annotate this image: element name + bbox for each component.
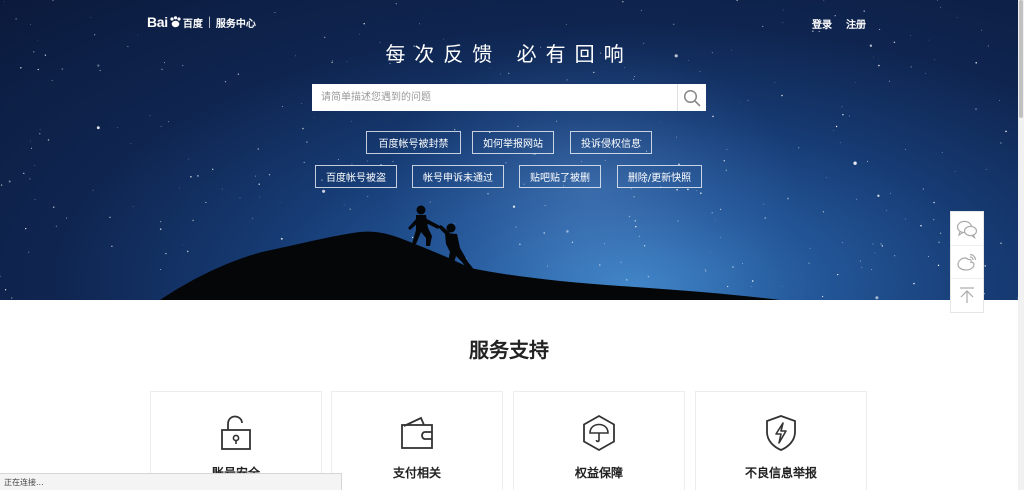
slogan: 每次反馈 必有回响 <box>385 42 633 66</box>
browser-status-bar: 正在连接... <box>0 473 342 490</box>
service-card-label: 不良信息举报 <box>744 466 817 480</box>
section-title: 服务支持 <box>469 338 549 362</box>
service-card-report[interactable]: 不良信息举报 <box>695 391 867 490</box>
scrollbar-thumb[interactable] <box>1019 0 1023 118</box>
floating-toolbar <box>950 211 984 313</box>
hero-banner: Bai 百度 服务中心 登录 注册 每次反馈 必有回响 请简单描述您遇到的问题 … <box>0 0 1018 300</box>
back-to-top-button[interactable] <box>951 278 983 311</box>
hot-topic-tag[interactable]: 帐号申诉未通过 <box>412 165 504 188</box>
paw-icon <box>170 16 181 28</box>
account-links: 登录 注册 <box>812 16 866 31</box>
logo-text: Bai <box>147 14 168 30</box>
lock-icon <box>221 415 251 450</box>
logo-cn-text: 百度 <box>182 18 203 30</box>
service-card-label: 支付相关 <box>392 466 441 480</box>
service-card-payment[interactable]: 支付相关 <box>331 391 503 490</box>
service-center-title: 服务中心 <box>215 18 256 30</box>
wechat-button[interactable] <box>951 212 983 245</box>
hot-topic-tag[interactable]: 百度帐号被封禁 <box>366 131 461 154</box>
baidu-logo[interactable]: Bai 百度 服务中心 <box>147 12 256 32</box>
back-to-top-icon <box>960 287 974 303</box>
search-box <box>312 84 706 111</box>
weibo-button[interactable] <box>951 245 983 278</box>
hot-topic-tag[interactable]: 如何举报网站 <box>472 131 554 154</box>
scrollbar[interactable] <box>1018 0 1024 490</box>
hot-topic-tag[interactable]: 投诉侵权信息 <box>570 131 652 154</box>
hot-topic-tag[interactable]: 删除/更新快照 <box>617 165 702 188</box>
page: Bai 百度 服务中心 登录 注册 每次反馈 必有回响 请简单描述您遇到的问题 … <box>0 0 1024 490</box>
service-card-label: 权益保障 <box>574 466 623 480</box>
logo-divider <box>208 16 210 28</box>
umbrella-icon <box>583 414 615 452</box>
login-link[interactable]: 登录 <box>812 16 832 31</box>
search-input[interactable] <box>312 84 677 111</box>
service-card-rights-protection[interactable]: 权益保障 <box>513 391 685 490</box>
wechat-icon <box>956 220 978 239</box>
shield-bolt-icon <box>766 415 796 451</box>
search-button[interactable] <box>677 84 706 111</box>
wallet-icon <box>401 416 433 449</box>
weibo-icon <box>957 253 977 271</box>
register-link[interactable]: 注册 <box>846 16 866 31</box>
search-icon <box>683 89 701 106</box>
hot-topic-tag[interactable]: 百度帐号被盗 <box>315 165 397 188</box>
hot-topic-tag[interactable]: 贴吧贴了被删 <box>519 165 601 188</box>
